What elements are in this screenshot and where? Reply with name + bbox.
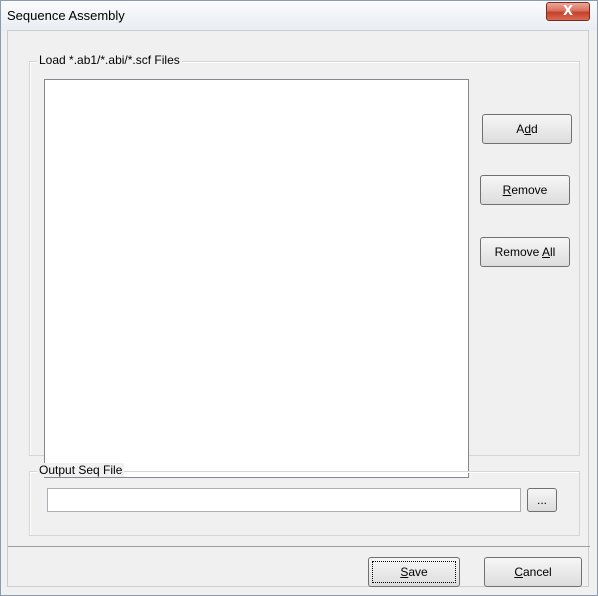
add-label-rest: d [531, 122, 538, 136]
cancel-label-rest: ancel [522, 565, 552, 579]
footer-separator [8, 546, 590, 547]
remove-all-label-rest: ll [550, 245, 556, 259]
remove-all-label-prefix: Remove [494, 245, 542, 259]
remove-label-rest: emove [511, 183, 548, 197]
remove-all-button[interactable]: Remove All [480, 237, 570, 267]
focus-ring [372, 561, 456, 583]
output-file-input[interactable] [47, 488, 521, 512]
remove-mnemonic: R [502, 183, 512, 197]
output-seq-legend: Output Seq File [37, 463, 125, 477]
close-icon: X [562, 4, 574, 19]
close-button[interactable]: X [546, 2, 590, 21]
load-files-legend: Load *.ab1/*.abi/*.scf Files [37, 53, 182, 67]
add-button[interactable]: Add [482, 114, 572, 144]
cancel-mnemonic: C [514, 565, 523, 579]
cancel-button[interactable]: Cancel [484, 557, 582, 587]
remove-all-mnemonic: A [542, 245, 551, 259]
title-bar[interactable]: Sequence Assembly X [1, 1, 597, 31]
browse-button[interactable]: ... [527, 488, 557, 512]
remove-button[interactable]: Remove [480, 175, 570, 205]
add-mnemonic: d [524, 122, 531, 136]
file-list[interactable] [44, 79, 469, 478]
window-title: Sequence Assembly [7, 8, 125, 23]
save-button[interactable]: Save [368, 557, 460, 587]
